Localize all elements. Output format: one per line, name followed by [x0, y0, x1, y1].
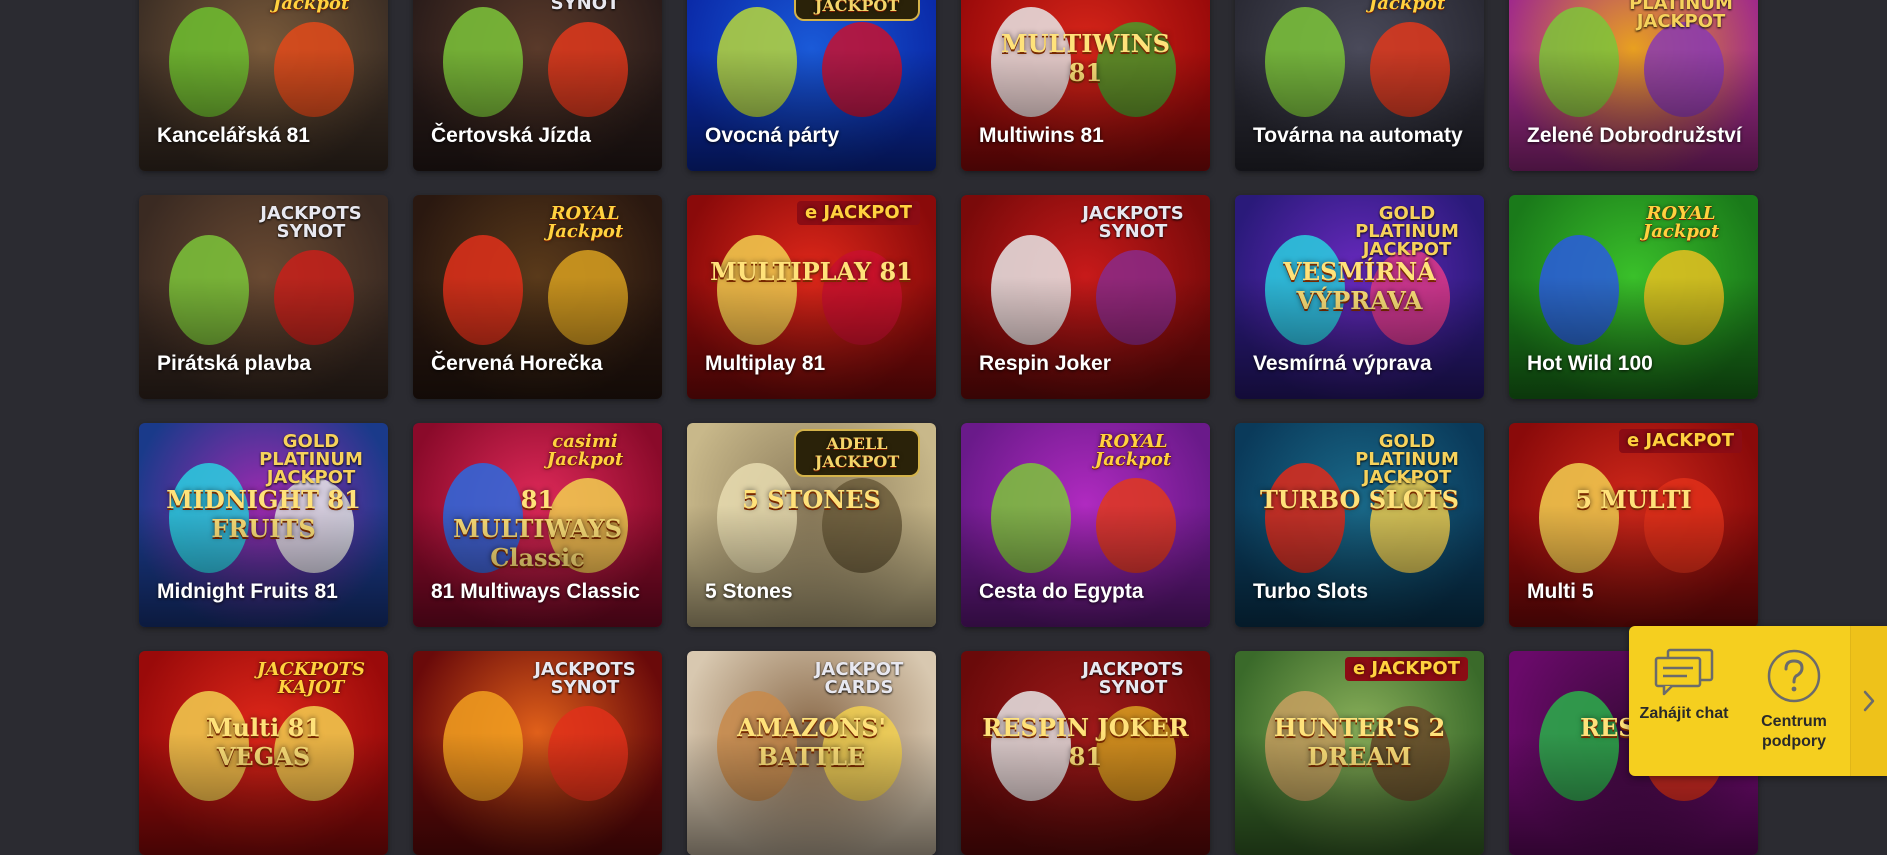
start-chat-button[interactable]: Zahájit chat [1629, 626, 1739, 776]
game-tile[interactable]: JACKPOTS SYNOT [413, 651, 662, 855]
start-chat-label: Zahájit chat [1639, 705, 1729, 722]
tile-shade [961, 276, 1210, 399]
game-title: 5 Stones [705, 580, 793, 603]
game-tile[interactable]: 5 STONES ADELL JACKPOT 5 Stones [687, 423, 936, 627]
jackpot-badge: e JACKPOT [1618, 429, 1742, 453]
jackpot-badge: JACKPOTS KAJOT [256, 659, 366, 698]
tile-shade [413, 48, 662, 171]
support-panel: Zahájit chat Centrum podpory [1629, 626, 1887, 776]
game-tile[interactable]: MIDNIGHT 81 FRUITSGOLD PLATINUM JACKPOTM… [139, 423, 388, 627]
tile-shade [139, 504, 388, 627]
game-tile[interactable]: ADELL JACKPOT Ovocná párty [687, 0, 936, 171]
tile-shade [687, 276, 936, 399]
jackpot-badge: GOLD PLATINUM JACKPOT [1355, 203, 1459, 260]
tile-shade [1509, 48, 1758, 171]
support-center-button[interactable]: Centrum podpory [1739, 626, 1849, 776]
tile-shade [139, 48, 388, 171]
game-tile[interactable]: AMAZONS' BATTLEJACKPOT CARDS [687, 651, 936, 855]
game-tile[interactable]: GOLD PLATINUM JACKPOT Zelené Dobrodružstv… [1509, 0, 1758, 171]
jackpot-badge: e JACKPOT [796, 201, 920, 225]
game-title: Multiwins 81 [979, 124, 1104, 147]
game-tile[interactable]: JACKPOTS SYNOT Čertovská Jízda [413, 0, 662, 171]
support-center-label: Centrum podpory [1761, 713, 1827, 750]
tile-shade [687, 48, 936, 171]
chevron-right-icon [1863, 690, 1875, 712]
tile-shade [1509, 504, 1758, 627]
game-title: Respin Joker [979, 352, 1111, 375]
support-collapse-button[interactable] [1850, 626, 1887, 776]
game-tile[interactable]: RESPIN JOKER 81JACKPOTS SYNOT [961, 651, 1210, 855]
tile-shade [961, 48, 1210, 171]
jackpot-badge: GOLD PLATINUM JACKPOT [259, 431, 363, 488]
game-tile[interactable]: HUNTER'S 2 DREAMe JACKPOT [1235, 651, 1484, 855]
tile-shade [687, 732, 936, 855]
tile-shade [413, 276, 662, 399]
tile-shade [413, 504, 662, 627]
tile-shade [1509, 276, 1758, 399]
jackpot-badge: ROYAL Jackpot [272, 0, 350, 14]
game-tile[interactable]: VESMÍRNÁ VÝPRAVAGOLD PLATINUM JACKPOTVes… [1235, 195, 1484, 399]
jackpot-badge: ROYAL Jackpot [1094, 431, 1172, 470]
tile-shade [139, 732, 388, 855]
games-grid: ROYAL Jackpot Kancelářská 81 JACKPOTS SYNO… [139, 0, 1758, 855]
game-title: Turbo Slots [1253, 580, 1369, 603]
game-tile[interactable]: ROYAL Jackpot Továrna na automaty [1235, 0, 1484, 171]
game-title: Kancelářská 81 [157, 124, 310, 147]
jackpot-badge: JACKPOTS SYNOT [550, 0, 620, 14]
game-title: Zelené Dobrodružství [1527, 124, 1742, 147]
game-title: Cesta do Egypta [979, 580, 1144, 603]
jackpot-badge: GOLD PLATINUM JACKPOT [1355, 431, 1459, 488]
jackpot-badge: ROYAL Jackpot [1642, 203, 1720, 242]
tile-shade [1235, 48, 1484, 171]
tile-shade [1235, 276, 1484, 399]
game-title: 81 Multiways Classic [431, 580, 640, 603]
game-tile[interactable]: 5 MULTI e JACKPOT Multi 5 [1509, 423, 1758, 627]
game-title: Multiplay 81 [705, 352, 826, 375]
jackpot-badge: JACKPOTS SYNOT [260, 203, 362, 242]
jackpot-badge: ROYAL Jackpot [546, 203, 624, 242]
tile-shade [961, 504, 1210, 627]
game-title: Továrna na automaty [1253, 124, 1463, 147]
game-title: Multi 5 [1527, 580, 1594, 603]
game-tile[interactable]: ROYAL Jackpot Kancelářská 81 [139, 0, 388, 171]
game-tile[interactable]: MULTIWINS 81e JACKPOTMultiwins 81 [961, 0, 1210, 171]
game-tile[interactable]: JACKPOTS SYNOT Pirátská plavba [139, 195, 388, 399]
game-tile[interactable]: MULTIPLAY 81 e JACKPOT Multiplay 81 [687, 195, 936, 399]
jackpot-badge: ADELL JACKPOT [794, 429, 920, 477]
tile-shade [413, 732, 662, 855]
game-tile[interactable]: JACKPOTS SYNOT Respin Joker [961, 195, 1210, 399]
game-title: Čertovská Jízda [431, 124, 591, 147]
jackpot-badge: JACKPOTS SYNOT [1082, 203, 1184, 242]
jackpot-badge: JACKPOT CARDS [814, 659, 904, 698]
tile-shade [139, 276, 388, 399]
jackpot-badge: e JACKPOT [1344, 657, 1468, 681]
jackpot-badge: ROYAL Jackpot [1368, 0, 1446, 14]
game-tile[interactable]: ROYAL Jackpot Hot Wild 100 [1509, 195, 1758, 399]
tile-shade [1235, 732, 1484, 855]
jackpot-badge: JACKPOTS SYNOT [534, 659, 636, 698]
game-tile[interactable]: ROYAL Jackpot Cesta do Egypta [961, 423, 1210, 627]
tile-shade [961, 732, 1210, 855]
game-tile[interactable]: TURBO SLOTS GOLD PLATINUM JACKPOT Turbo Sl… [1235, 423, 1484, 627]
game-title: Vesmírná výprava [1253, 352, 1432, 375]
tile-shade [1235, 504, 1484, 627]
chat-bubble-icon [1654, 648, 1714, 696]
game-title: Pirátská plavba [157, 352, 312, 375]
question-circle-icon [1767, 649, 1821, 703]
game-title: Ovocná párty [705, 124, 840, 147]
jackpot-badge: JACKPOTS SYNOT [1082, 659, 1184, 698]
game-tile[interactable]: ROYAL Jackpot Červená Horečka [413, 195, 662, 399]
tile-shade [687, 504, 936, 627]
game-title: Hot Wild 100 [1527, 352, 1653, 375]
game-tile[interactable]: 81 MULTIWAYS Classiccasimi Jackpot81 Mul… [413, 423, 662, 627]
game-title: Midnight Fruits 81 [157, 580, 338, 603]
game-tile[interactable]: Multi 81 VEGASJACKPOTS KAJOT [139, 651, 388, 855]
jackpot-badge: ADELL JACKPOT [794, 0, 920, 21]
jackpot-badge: casimi Jackpot [546, 431, 624, 470]
game-title: Červená Horečka [431, 352, 603, 375]
jackpot-badge: GOLD PLATINUM JACKPOT [1629, 0, 1733, 32]
